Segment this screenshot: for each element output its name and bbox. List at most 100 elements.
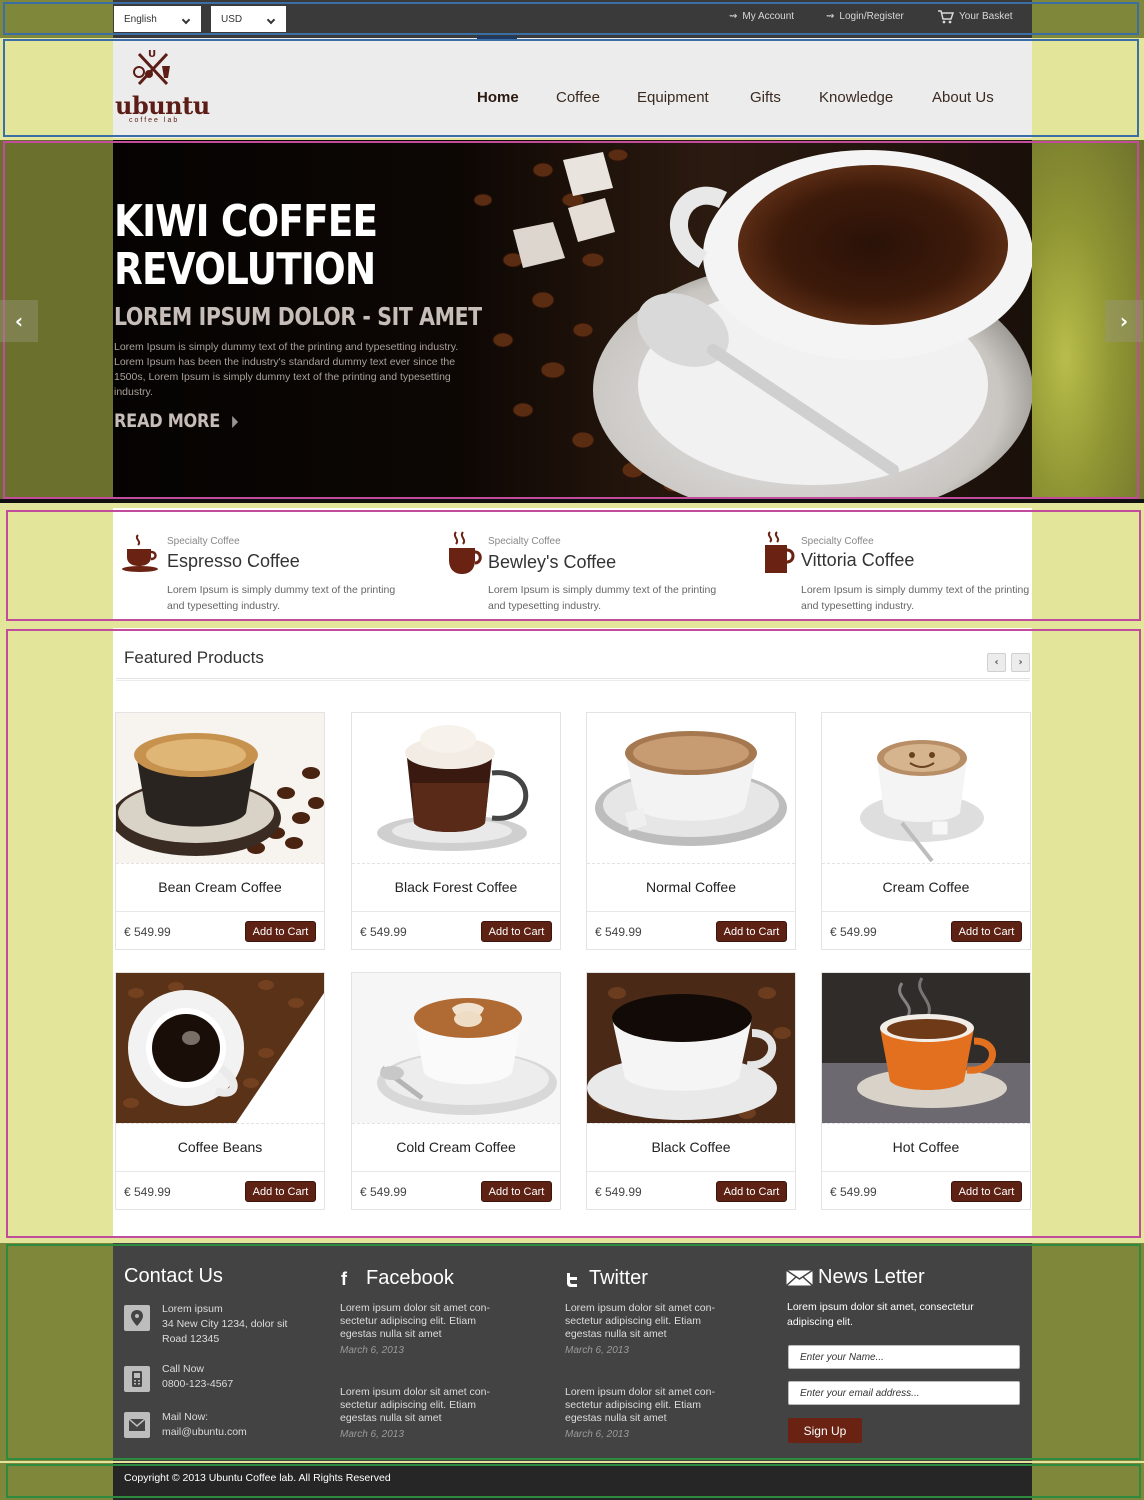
nav-knowledge[interactable]: Knowledge: [819, 89, 893, 106]
product-card[interactable]: Black Forest Coffee € 549.99 Add to Cart: [351, 712, 561, 950]
read-more-link[interactable]: READ MORE: [114, 410, 238, 432]
hero-title-line-2: REVOLUTION: [114, 244, 376, 295]
coffee-beans-image: [116, 973, 324, 1123]
sign-up-button[interactable]: Sign Up: [788, 1418, 862, 1443]
product-image[interactable]: [822, 973, 1030, 1123]
nav-equipment[interactable]: Equipment: [637, 89, 709, 106]
card-divider: [116, 1171, 324, 1172]
chevron-down-icon: [181, 15, 191, 25]
product-price: € 549.99: [360, 925, 407, 939]
product-card[interactable]: Hot Coffee € 549.99 Add to Cart: [821, 972, 1031, 1210]
specialty-title[interactable]: Espresso Coffee: [167, 551, 300, 572]
specialty-title[interactable]: Vittoria Coffee: [801, 550, 914, 571]
contact-address-line-1: Lorem ipsum: [162, 1303, 223, 1315]
product-name[interactable]: Normal Coffee: [587, 879, 795, 895]
add-to-cart-button[interactable]: Add to Cart: [951, 921, 1022, 942]
twitter-title: Twitter: [589, 1267, 648, 1289]
product-card[interactable]: Black Coffee € 549.99 Add to Cart: [586, 972, 796, 1210]
nav-home[interactable]: Home: [477, 89, 519, 106]
product-name[interactable]: Cream Coffee: [822, 879, 1030, 895]
product-name[interactable]: Coffee Beans: [116, 1139, 324, 1155]
product-name[interactable]: Black Forest Coffee: [352, 879, 560, 895]
image-divider: [822, 863, 1030, 864]
facebook-post-line: Lorem ipsum dolor sit amet con-: [340, 1302, 490, 1314]
add-to-cart-button[interactable]: Add to Cart: [951, 1181, 1022, 1202]
product-card[interactable]: Coffee Beans € 549.99 Add to Cart: [115, 972, 325, 1210]
cream-coffee-image: [822, 713, 1030, 863]
image-divider: [352, 1123, 560, 1124]
arrow-right-icon: ⇝: [729, 11, 738, 22]
arrow-right-icon: ⇝: [826, 11, 835, 22]
phone-number[interactable]: 0800-123-4567: [162, 1377, 233, 1391]
product-image[interactable]: [587, 973, 795, 1123]
slider-next-button[interactable]: ›: [1105, 300, 1143, 342]
newsletter-name-input[interactable]: Enter your Name...: [788, 1345, 1020, 1369]
product-image[interactable]: [116, 973, 324, 1123]
login-register-link[interactable]: ⇝ Login/Register: [826, 11, 904, 22]
language-select[interactable]: English: [114, 6, 201, 32]
cold-cream-coffee-image: [352, 973, 560, 1123]
product-price: € 549.99: [124, 1185, 171, 1199]
logo-wordmark[interactable]: ubuntu: [115, 91, 210, 120]
coffee-mug-steam-icon: [449, 531, 482, 574]
chevron-down-icon: [266, 15, 276, 25]
currency-select[interactable]: USD: [211, 6, 286, 32]
product-name[interactable]: Black Coffee: [587, 1139, 795, 1155]
product-image[interactable]: [352, 973, 560, 1123]
espresso-cup-icon: [122, 534, 158, 572]
facebook-icon[interactable]: f: [341, 1269, 347, 1290]
product-card[interactable]: Cream Coffee € 549.99 Add to Cart: [821, 712, 1031, 950]
twitter-post-line: sectetur adipiscing elit. Etiam: [565, 1315, 701, 1327]
add-to-cart-button[interactable]: Add to Cart: [245, 921, 316, 942]
header-indicator: [477, 36, 517, 39]
email-address[interactable]: mail@ubuntu.com: [162, 1425, 247, 1439]
carousel-next-button[interactable]: ›: [1011, 653, 1030, 672]
product-card[interactable]: Normal Coffee € 549.99 Add to Cart: [586, 712, 796, 950]
contact-title: Contact Us: [124, 1265, 223, 1287]
envelope-icon: [786, 1270, 813, 1286]
hot-coffee-image: [822, 973, 1030, 1123]
black-forest-coffee-image: [352, 713, 560, 863]
nav-about-us[interactable]: About Us: [932, 89, 994, 106]
image-divider: [352, 863, 560, 864]
carousel-prev-button[interactable]: ‹: [987, 653, 1006, 672]
add-to-cart-button[interactable]: Add to Cart: [481, 1181, 552, 1202]
specialty-title[interactable]: Bewley's Coffee: [488, 552, 616, 573]
specialty-description: Lorem Ipsum is simply dummy text of the …: [488, 584, 717, 612]
add-to-cart-button[interactable]: Add to Cart: [716, 1181, 787, 1202]
logo-tagline: coffee lab: [129, 117, 180, 124]
product-card[interactable]: Cold Cream Coffee € 549.99 Add to Cart: [351, 972, 561, 1210]
card-divider: [822, 1171, 1030, 1172]
twitter-post-line: Lorem ipsum dolor sit amet con-: [565, 1386, 715, 1398]
basket-link[interactable]: Your Basket: [937, 9, 1013, 24]
product-image[interactable]: [587, 713, 795, 863]
card-divider: [352, 911, 560, 912]
my-account-link[interactable]: ⇝ My Account: [729, 11, 794, 22]
card-divider: [587, 1171, 795, 1172]
add-to-cart-button[interactable]: Add to Cart: [716, 921, 787, 942]
add-to-cart-button[interactable]: Add to Cart: [481, 921, 552, 942]
product-image[interactable]: [352, 713, 560, 863]
product-image[interactable]: [822, 713, 1030, 863]
product-image[interactable]: [116, 713, 324, 863]
nav-gifts[interactable]: Gifts: [750, 89, 781, 106]
product-card[interactable]: Bean Cream Coffee € 549.99 Add to Cart: [115, 712, 325, 950]
twitter-icon[interactable]: [565, 1272, 580, 1287]
product-price: € 549.99: [830, 925, 877, 939]
facebook-post-line: egestas nulla sit amet: [340, 1412, 442, 1424]
read-more-label: READ MORE: [114, 410, 220, 432]
play-arrow-icon: [231, 415, 238, 428]
product-name[interactable]: Cold Cream Coffee: [352, 1139, 560, 1155]
product-price: € 549.99: [830, 1185, 877, 1199]
login-register-label: Login/Register: [839, 11, 904, 22]
chevron-left-icon: ‹: [14, 309, 24, 333]
product-name[interactable]: Hot Coffee: [822, 1139, 1030, 1155]
product-price: € 549.99: [360, 1185, 407, 1199]
twitter-post-date: March 6, 2013: [565, 1345, 629, 1356]
add-to-cart-button[interactable]: Add to Cart: [245, 1181, 316, 1202]
product-name[interactable]: Bean Cream Coffee: [116, 879, 324, 895]
nav-coffee[interactable]: Coffee: [556, 89, 600, 106]
newsletter-email-input[interactable]: Enter your email address...: [788, 1381, 1020, 1405]
slider-prev-button[interactable]: ‹: [0, 300, 38, 342]
chevron-left-icon: ‹: [994, 657, 999, 668]
